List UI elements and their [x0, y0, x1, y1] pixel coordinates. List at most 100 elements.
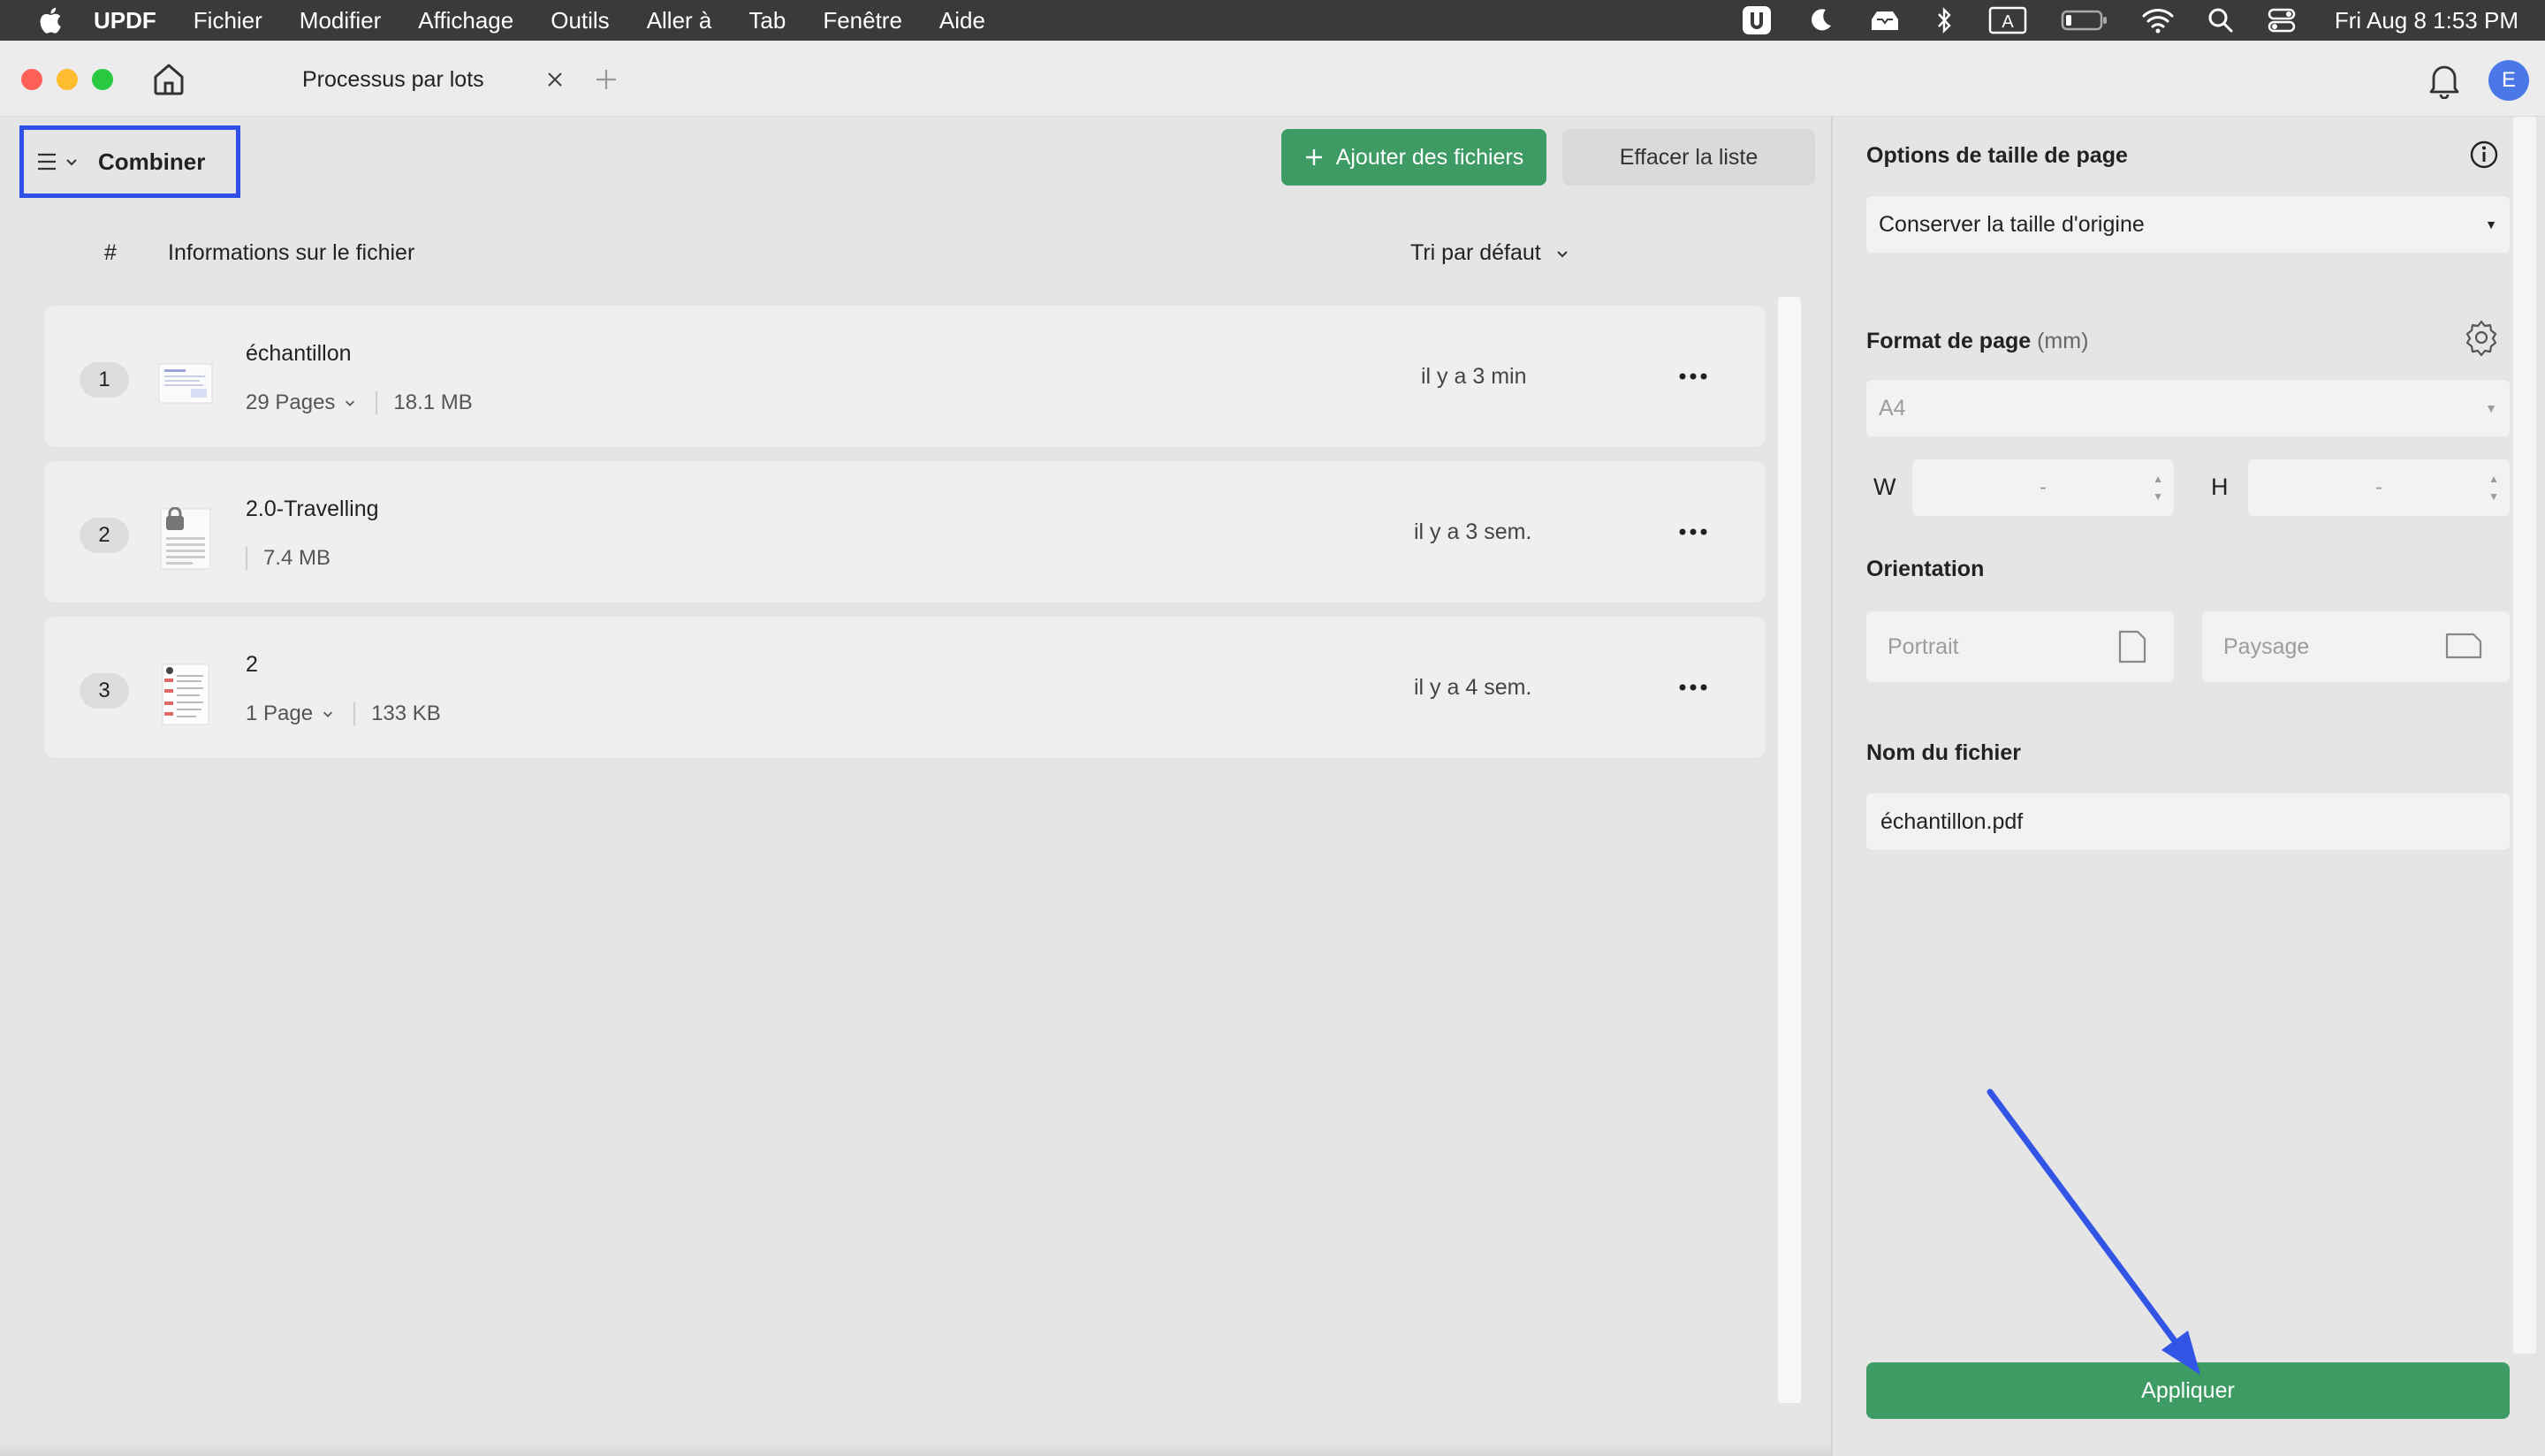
menu-tab[interactable]: Tab	[748, 7, 786, 34]
file-meta: 7.4 MB	[246, 546, 330, 571]
landscape-page-icon	[2445, 633, 2482, 659]
column-info-header: Informations sur le fichier	[168, 240, 415, 265]
tab-title: Processus par lots	[302, 66, 484, 92]
list-menu-icon	[38, 153, 56, 171]
input-source-icon[interactable]: A	[1988, 6, 2027, 34]
wifi-icon[interactable]	[2142, 7, 2174, 34]
new-tab-icon[interactable]	[594, 67, 619, 92]
page-count-dropdown[interactable]: 29 Pages	[246, 391, 356, 415]
mode-label: Combiner	[98, 148, 206, 175]
add-files-button[interactable]: Ajouter des fichiers	[1281, 129, 1546, 186]
gear-icon[interactable]	[2462, 318, 2501, 357]
bluetooth-icon[interactable]	[1935, 6, 1955, 34]
control-center-icon[interactable]	[2268, 7, 2296, 34]
updf-status-icon[interactable]	[1741, 4, 1773, 36]
row-index-badge: 3	[80, 673, 129, 709]
minimize-window-button[interactable]	[57, 69, 78, 90]
window-titlebar: Processus par lots E	[0, 41, 2545, 117]
width-value: -	[2040, 475, 2047, 499]
stepper-arrows-icon[interactable]: ▲ ▼	[2488, 470, 2499, 505]
menu-fenetre[interactable]: Fenêtre	[823, 7, 902, 34]
file-list-panel: Combiner Ajouter des fichiers Effacer la…	[0, 117, 1831, 1456]
mode-selector-button[interactable]: Combiner	[19, 125, 240, 198]
more-options-icon[interactable]	[1675, 521, 1711, 542]
page-size-select[interactable]: Conserver la taille d'origine ▼	[1866, 196, 2510, 253]
clear-list-button[interactable]: Effacer la liste	[1562, 129, 1815, 186]
filename-title: Nom du fichier	[1866, 740, 2022, 765]
file-list-scrollbar[interactable]	[1778, 297, 1801, 1403]
close-window-button[interactable]	[21, 69, 42, 90]
menu-aide[interactable]: Aide	[939, 7, 985, 34]
input-source-label: A	[2002, 12, 2014, 32]
width-label: W	[1873, 474, 1896, 500]
row-index-badge: 2	[80, 518, 129, 553]
menu-modifier[interactable]: Modifier	[300, 7, 381, 34]
page-format-select[interactable]: A4 ▼	[1866, 380, 2510, 436]
filename-input[interactable]: échantillon.pdf	[1866, 793, 2510, 850]
portrait-label: Portrait	[1888, 633, 1959, 659]
pdf-thumbnail-icon	[158, 363, 213, 404]
plus-icon	[1305, 149, 1322, 165]
more-options-icon[interactable]	[1675, 677, 1711, 698]
file-row[interactable]: 2 2.0-Travelling 7.4 MB il y a 3 sem.	[44, 461, 1766, 603]
macos-menu-bar: UPDF Fichier Modifier Affichage Outils A…	[0, 0, 2545, 41]
chevron-down-icon	[346, 400, 355, 406]
chevron-down-icon	[323, 711, 333, 717]
resume-pdf-thumbnail-icon	[162, 664, 209, 725]
apply-button[interactable]: Appliquer	[1866, 1362, 2510, 1419]
notification-bell-icon[interactable]	[2427, 60, 2462, 99]
file-table-header: # Informations sur le fichier Tri par dé…	[0, 240, 1767, 276]
page-format-value: A4	[1879, 395, 1906, 421]
close-tab-icon[interactable]	[544, 69, 566, 90]
file-row[interactable]: 1 échantillon 29 Pages 18.1 MB il y a 3 …	[44, 306, 1766, 447]
apple-logo-icon[interactable]	[32, 5, 67, 35]
home-icon[interactable]	[150, 60, 187, 97]
height-value: -	[2375, 475, 2382, 499]
menu-outils[interactable]: Outils	[551, 7, 609, 34]
meta-divider	[246, 547, 247, 570]
width-input[interactable]: - ▲ ▼	[1912, 459, 2174, 516]
options-scrollbar[interactable]	[2513, 117, 2536, 1354]
tab-batch-process[interactable]: Processus par lots	[265, 49, 574, 110]
menu-affichage[interactable]: Affichage	[418, 7, 513, 34]
status-area: A Fri Aug 8 1:53 PM	[1741, 0, 2518, 41]
spotlight-search-icon[interactable]	[2207, 7, 2234, 34]
caret-down-icon: ▼	[2485, 217, 2497, 231]
portrait-option[interactable]: Portrait	[1866, 611, 2174, 682]
page-format-title: Format de page (mm)	[1866, 329, 2088, 354]
zoom-window-button[interactable]	[92, 69, 113, 90]
landscape-option[interactable]: Paysage	[2202, 611, 2510, 682]
menu-fichier[interactable]: Fichier	[194, 7, 262, 34]
page-count: 1 Page	[246, 701, 314, 725]
file-name: 2.0-Travelling	[246, 497, 379, 521]
page-count: 29 Pages	[246, 391, 336, 414]
file-name: 2	[246, 652, 258, 677]
info-icon[interactable]	[2469, 140, 2499, 170]
moon-icon[interactable]	[1806, 6, 1835, 34]
add-files-label: Ajouter des fichiers	[1335, 144, 1524, 170]
page-format-unit: (mm)	[2037, 329, 2089, 353]
menu-aller[interactable]: Aller à	[647, 7, 712, 34]
menu-app-name[interactable]: UPDF	[94, 7, 156, 34]
sort-label: Tri par défaut	[1410, 240, 1541, 265]
inbox-icon[interactable]	[1868, 7, 1902, 34]
file-meta: 29 Pages 18.1 MB	[246, 391, 473, 415]
sort-dropdown[interactable]: Tri par défaut	[1410, 240, 1569, 266]
row-index-badge: 1	[80, 362, 129, 398]
file-row[interactable]: 3 2 1 Page 133 KB il y a 4 sem.	[44, 617, 1766, 758]
more-options-icon[interactable]	[1675, 366, 1711, 387]
page-format-label: Format de page	[1866, 329, 2032, 353]
column-number-header: #	[104, 240, 117, 265]
page-count-dropdown[interactable]: 1 Page	[246, 701, 334, 726]
file-time: il y a 3 sem.	[1414, 519, 1532, 544]
portrait-page-icon	[2118, 630, 2146, 664]
user-avatar[interactable]: E	[2488, 60, 2529, 101]
chevron-down-icon	[66, 159, 77, 166]
file-size: 7.4 MB	[263, 546, 331, 570]
chevron-down-icon	[1557, 250, 1568, 257]
file-meta: 1 Page 133 KB	[246, 701, 441, 726]
stepper-arrows-icon[interactable]: ▲ ▼	[2153, 470, 2163, 505]
battery-icon[interactable]	[2061, 9, 2108, 32]
menubar-clock[interactable]: Fri Aug 8 1:53 PM	[2335, 7, 2518, 34]
height-input[interactable]: - ▲ ▼	[2248, 459, 2510, 516]
